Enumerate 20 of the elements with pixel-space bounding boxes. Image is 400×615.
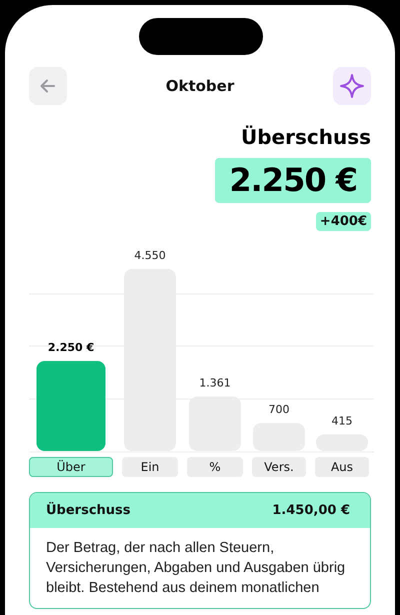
category-tab[interactable]: Vers. xyxy=(252,457,306,477)
card-title: Überschuss xyxy=(46,503,131,518)
change-badge: +400€ xyxy=(316,212,371,231)
sparkle-button[interactable] xyxy=(332,67,371,105)
category-tab[interactable]: Über xyxy=(29,457,113,477)
summary-heading: Überschuss xyxy=(240,125,371,149)
value-label: 415 xyxy=(332,414,352,428)
month-title: Oktober xyxy=(166,77,234,95)
value-label: 1.361 xyxy=(199,376,231,390)
category-tab[interactable]: % xyxy=(187,457,243,477)
sparkle-icon xyxy=(338,73,365,99)
back-button[interactable] xyxy=(29,67,67,105)
value-label: 4.550 xyxy=(134,249,166,262)
category-tab[interactable]: Aus xyxy=(315,457,369,477)
surplus-amount: 2.250 € xyxy=(215,158,371,203)
card-value: 1.450,00 € xyxy=(272,503,350,518)
category-tab[interactable]: Ein xyxy=(122,457,178,477)
card-description: Der Betrag, der nach allen Steuern, Versicherungen, Abgaben und Ausgaben übrig bleibt. Bestehend aus deinem monatlichen xyxy=(46,539,346,598)
value-label: 700 xyxy=(268,403,290,416)
value-label: 2.250 € xyxy=(48,341,94,354)
